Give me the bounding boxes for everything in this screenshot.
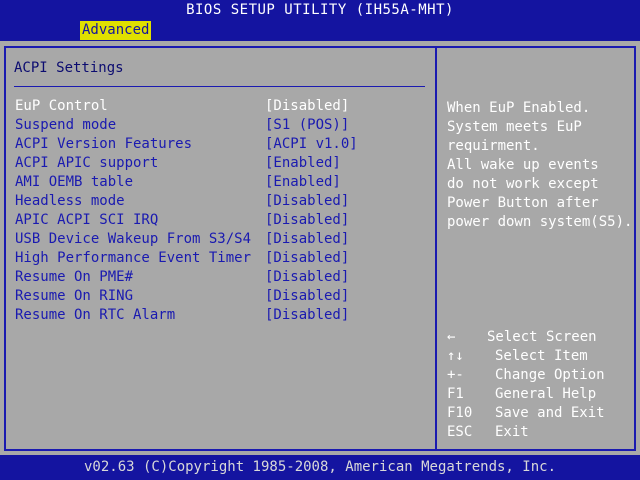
setting-headless-mode[interactable]: Headless mode [Disabled] bbox=[14, 192, 434, 211]
tab-bar: Advanced bbox=[0, 20, 640, 41]
setting-label: Resume On RTC Alarm bbox=[15, 307, 176, 323]
help-text: When EuP Enabled. System meets EuP requi… bbox=[447, 100, 633, 230]
f1-key: F1 bbox=[447, 386, 464, 402]
setting-label: EuP Control bbox=[15, 98, 108, 114]
setting-label: Headless mode bbox=[15, 193, 125, 209]
key-save-and-exit: F10 Save and Exit bbox=[447, 404, 633, 423]
setting-value[interactable]: [Disabled] bbox=[265, 287, 349, 306]
key-description: Select Screen bbox=[487, 329, 597, 345]
setting-resume-on-rtc-alarm[interactable]: Resume On RTC Alarm [Disabled] bbox=[14, 306, 434, 325]
setting-label: Suspend mode bbox=[15, 117, 117, 133]
setting-acpi-version-features[interactable]: ACPI Version Features [ACPI v1.0] bbox=[14, 135, 434, 154]
setting-acpi-apic-support[interactable]: ACPI APIC support [Enabled] bbox=[14, 154, 434, 173]
setting-label: Resume On RING bbox=[15, 288, 134, 304]
window-title: BIOS SETUP UTILITY (IH55A-MHT) bbox=[0, 0, 640, 20]
plus-minus-key: +- bbox=[447, 367, 464, 383]
setting-resume-on-ring[interactable]: Resume On RING [Disabled] bbox=[14, 287, 434, 306]
key-change-option: +- Change Option bbox=[447, 366, 633, 385]
tab-advanced[interactable]: Advanced bbox=[80, 21, 152, 40]
setting-label: Resume On PME# bbox=[15, 269, 134, 285]
key-exit: ESC Exit bbox=[447, 423, 633, 442]
setting-value[interactable]: [Disabled] bbox=[265, 211, 349, 230]
section-title: ACPI Settings bbox=[14, 60, 124, 76]
copyright-footer: v02.63 (C)Copyright 1985-2008, American … bbox=[0, 455, 640, 480]
setting-label: ACPI APIC support bbox=[15, 155, 159, 171]
settings-list: EuP Control [Disabled] Suspend mode [S1 … bbox=[14, 97, 434, 325]
setting-label: AMI OEMB table bbox=[15, 174, 134, 190]
key-description: Save and Exit bbox=[495, 405, 605, 421]
key-general-help: F1 General Help bbox=[447, 385, 633, 404]
key-legend: ← Select Screen ↑↓ Select Item +- Change… bbox=[447, 328, 633, 442]
setting-value[interactable]: [S1 (POS)] bbox=[265, 116, 349, 135]
setting-resume-on-pme[interactable]: Resume On PME# [Disabled] bbox=[14, 268, 434, 287]
key-description: Change Option bbox=[495, 367, 605, 383]
setting-value[interactable]: [Disabled] bbox=[265, 97, 349, 116]
setting-value[interactable]: [Disabled] bbox=[265, 268, 349, 287]
setting-label: USB Device Wakeup From S3/S4 bbox=[15, 231, 252, 247]
setting-value[interactable]: [ACPI v1.0] bbox=[265, 135, 358, 154]
setting-ami-oemb-table[interactable]: AMI OEMB table [Enabled] bbox=[14, 173, 434, 192]
key-select-item: ↑↓ Select Item bbox=[447, 347, 633, 366]
left-arrow-icon: ← bbox=[447, 329, 456, 345]
setting-apic-acpi-sci-irq[interactable]: APIC ACPI SCI IRQ [Disabled] bbox=[14, 211, 434, 230]
setting-label: High Performance Event Timer bbox=[15, 250, 252, 266]
setting-label: ACPI Version Features bbox=[15, 136, 193, 152]
setting-value[interactable]: [Enabled] bbox=[265, 173, 341, 192]
setting-suspend-mode[interactable]: Suspend mode [S1 (POS)] bbox=[14, 116, 434, 135]
setting-label: APIC ACPI SCI IRQ bbox=[15, 212, 159, 228]
esc-key: ESC bbox=[447, 424, 473, 440]
setting-eup-control[interactable]: EuP Control [Disabled] bbox=[14, 97, 434, 116]
key-select-screen: ← Select Screen bbox=[447, 328, 633, 347]
f10-key: F10 bbox=[447, 405, 473, 421]
setting-value[interactable]: [Disabled] bbox=[265, 192, 349, 211]
section-divider bbox=[14, 86, 425, 87]
setting-usb-device-wakeup[interactable]: USB Device Wakeup From S3/S4 [Disabled] bbox=[14, 230, 434, 249]
setting-value[interactable]: [Disabled] bbox=[265, 306, 349, 325]
key-description: General Help bbox=[495, 386, 597, 402]
setting-value[interactable]: [Disabled] bbox=[265, 230, 349, 249]
setting-value[interactable]: [Disabled] bbox=[265, 249, 349, 268]
main-panel: ACPI Settings EuP Control [Disabled] Sus… bbox=[0, 41, 640, 455]
setting-high-performance-event-timer[interactable]: High Performance Event Timer [Disabled] bbox=[14, 249, 434, 268]
setting-value[interactable]: [Enabled] bbox=[265, 154, 341, 173]
key-description: Select Item bbox=[495, 348, 588, 364]
up-down-arrow-icon: ↑↓ bbox=[447, 348, 464, 364]
key-description: Exit bbox=[495, 424, 529, 440]
